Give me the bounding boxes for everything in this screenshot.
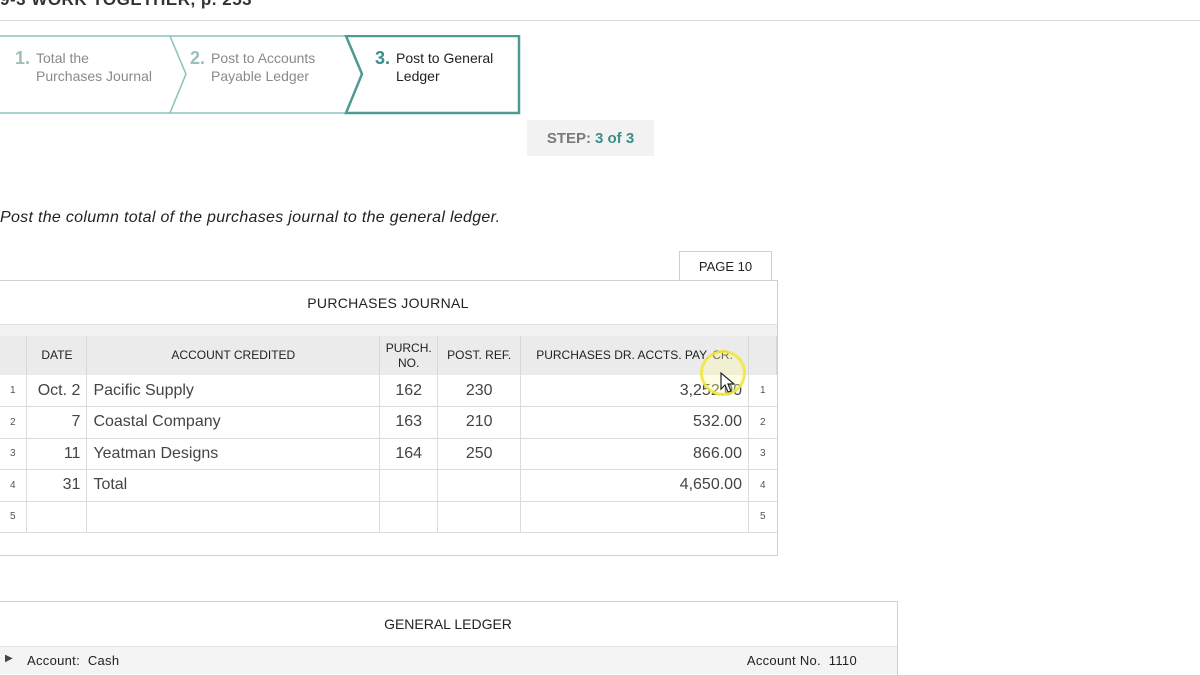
step-2-post-ap-ledger[interactable]: 2. Post to Accounts Payable Ledger xyxy=(190,49,315,85)
purch-no-cell[interactable] xyxy=(379,469,439,502)
purch-no-col-header: PURCH. NO. xyxy=(379,336,439,375)
step-number: 2. xyxy=(190,48,206,68)
account-cell[interactable]: Yeatman Designs xyxy=(86,438,381,470)
table-row: 3 11 Yeatman Designs 164 250 866.00 3 xyxy=(0,438,777,470)
line-number: 1 xyxy=(0,375,28,407)
purch-no-cell[interactable]: 164 xyxy=(379,438,439,470)
ledger-account-bar: ▶ Account: Cash Account No. 1110 xyxy=(0,646,897,674)
line-number: 5 xyxy=(748,501,777,533)
line-number: 2 xyxy=(748,406,777,439)
line-number: 5 xyxy=(0,501,28,533)
table-row: 2 7 Coastal Company 163 210 532.00 2 xyxy=(0,406,777,439)
step-3-post-general-ledger[interactable]: 3. Post to General Ledger xyxy=(375,49,493,85)
post-ref-cell[interactable] xyxy=(437,501,522,533)
step-number: 3. xyxy=(375,48,391,68)
table-row: 5 5 xyxy=(0,501,777,533)
date-cell[interactable]: 7 xyxy=(26,406,88,439)
line-number: 1 xyxy=(748,375,777,407)
table-row: 1 Oct. 2 Pacific Supply 162 230 3,252.00… xyxy=(0,375,777,407)
post-ref-cell[interactable]: 210 xyxy=(437,406,522,439)
purch-no-cell[interactable] xyxy=(379,501,439,533)
purchases-journal: PURCHASES JOURNAL DATE ACCOUNT CREDITED … xyxy=(0,280,778,556)
right-line-col-header xyxy=(748,336,778,375)
date-cell[interactable]: 11 xyxy=(26,438,88,470)
post-ref-cell[interactable] xyxy=(437,469,522,502)
ledger-title: GENERAL LEDGER xyxy=(384,616,512,632)
account-cell[interactable] xyxy=(86,501,381,533)
journal-table: DATE ACCOUNT CREDITED PURCH. NO. POST. RE… xyxy=(0,336,778,533)
instruction-text: Post the column total of the purchases j… xyxy=(0,209,501,226)
amount-cell[interactable]: 4,650.00 xyxy=(520,469,749,502)
journal-header-row: DATE ACCOUNT CREDITED PURCH. NO. POST. RE… xyxy=(0,336,778,375)
date-cell[interactable] xyxy=(26,501,88,533)
account-number: Account No. 1110 xyxy=(746,653,857,668)
post-ref-cell[interactable]: 250 xyxy=(437,438,522,470)
account-col-header: ACCOUNT CREDITED xyxy=(86,336,381,375)
step-label: Post to Accounts Payable Ledger xyxy=(211,50,316,84)
date-cell[interactable]: 31 xyxy=(26,469,88,502)
step-1-total-journal[interactable]: 1. Total the Purchases Journal xyxy=(15,49,152,85)
account-cell[interactable]: Coastal Company xyxy=(86,406,381,439)
line-number: 3 xyxy=(0,438,28,470)
line-number: 2 xyxy=(0,406,28,439)
purch-no-cell[interactable]: 162 xyxy=(379,375,439,407)
journal-title: PURCHASES JOURNAL xyxy=(307,294,469,311)
post-ref-col-header: POST. REF. xyxy=(437,336,522,375)
step-indicator: STEP: 3 of 3 xyxy=(527,120,654,156)
date-cell[interactable]: Oct. 2 xyxy=(26,375,88,407)
step-navigation: 1. Total the Purchases Journal 2. Post to… xyxy=(0,35,525,115)
account-cell[interactable]: Total xyxy=(86,469,381,502)
date-col-header: DATE xyxy=(26,336,88,375)
table-row-total: 4 31 Total 4,650.00 4 xyxy=(0,469,777,502)
post-ref-cell[interactable]: 230 xyxy=(437,375,522,407)
line-number: 4 xyxy=(0,469,28,502)
account-cell[interactable]: Pacific Supply xyxy=(86,375,381,407)
line-number: 4 xyxy=(748,469,777,502)
header-divider xyxy=(0,20,1200,21)
page-title: 9-3 WORK TOGETHER, p. 253 xyxy=(0,0,252,10)
journal-page-tab: PAGE 10 xyxy=(679,251,772,281)
step-label: Post to General Ledger xyxy=(396,50,494,84)
step-label: Total the Purchases Journal xyxy=(36,50,152,84)
amount-cell[interactable] xyxy=(520,501,749,533)
mouse-cursor-icon xyxy=(720,372,736,393)
expand-arrow-icon[interactable]: ▶ xyxy=(5,653,13,664)
account-name: Account: Cash xyxy=(27,653,120,668)
line-col-header xyxy=(0,336,28,375)
purch-no-cell[interactable]: 163 xyxy=(379,406,439,439)
amount-cell[interactable]: 866.00 xyxy=(520,438,749,470)
line-number: 3 xyxy=(748,438,777,470)
amount-cell[interactable]: 532.00 xyxy=(520,406,749,439)
general-ledger: GENERAL LEDGER ▶ Account: Cash Account N… xyxy=(0,601,898,675)
step-number: 1. xyxy=(15,48,31,68)
